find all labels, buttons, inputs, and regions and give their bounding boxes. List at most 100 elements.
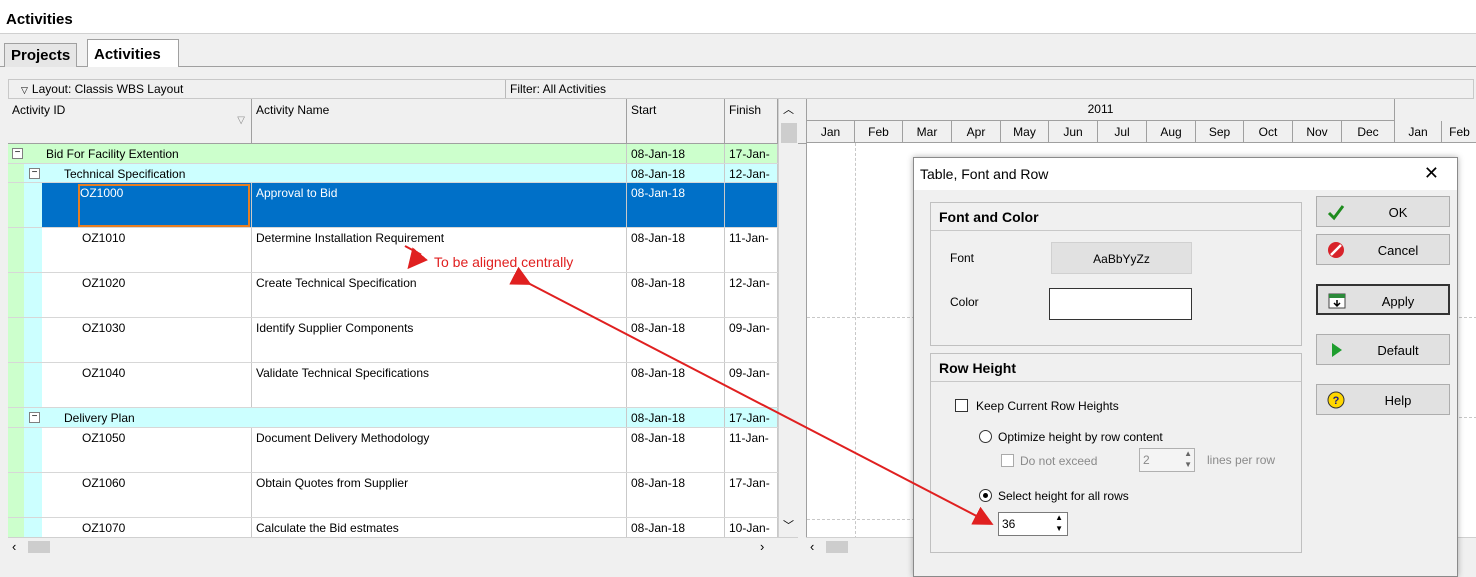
column-header-start[interactable]: Start — [627, 99, 725, 143]
tab-activities[interactable]: Activities — [87, 39, 179, 67]
month-label: Jan — [807, 121, 855, 143]
start-cell: 08-Jan-18 — [627, 144, 725, 163]
finish-cell[interactable]: 12-Jan- — [725, 273, 778, 317]
activity-id-cell[interactable]: OZ1060 — [42, 473, 252, 517]
activity-name-cell[interactable]: Calculate the Bid estmates — [252, 518, 627, 537]
cancel-label: Cancel — [1377, 243, 1419, 258]
activity-id-cell[interactable]: OZ1050 — [42, 428, 252, 472]
height-stepper[interactable]: 36 ▲ ▼ — [998, 512, 1068, 536]
font-sample-button[interactable]: AaBbYyZz — [1051, 242, 1192, 274]
tab-strip: Projects Activities — [0, 35, 1476, 67]
activity-name-cell[interactable]: Identify Supplier Components — [252, 318, 627, 362]
cancel-button[interactable]: Cancel — [1316, 234, 1450, 265]
start-cell[interactable]: 08-Jan-18 — [627, 428, 725, 472]
start-cell[interactable]: 08-Jan-18 — [627, 363, 725, 407]
stepper-up-icon[interactable]: ▲ — [1055, 513, 1063, 522]
filter-icon[interactable]: ▽ — [237, 115, 245, 126]
ok-button[interactable]: OK — [1316, 196, 1450, 227]
table-row[interactable]: OZ1050 Document Delivery Methodology 08-… — [8, 428, 778, 473]
wbs-indent — [8, 164, 24, 182]
month-label: Jan — [1395, 121, 1442, 143]
wbs-name: Delivery Plan — [24, 408, 627, 427]
start-cell[interactable]: 08-Jan-18 — [627, 473, 725, 517]
default-button[interactable]: Default — [1316, 334, 1450, 365]
color-label: Color — [950, 295, 979, 309]
month-label: Sep — [1196, 121, 1244, 143]
color-swatch[interactable] — [1049, 288, 1192, 320]
layout-label: Layout: Classis WBS Layout — [31, 82, 184, 96]
activity-id-cell[interactable]: OZ1040 — [42, 363, 252, 407]
finish-cell[interactable]: 10-Jan- — [725, 518, 778, 537]
table-row[interactable]: OZ1020 Create Technical Specification 08… — [8, 273, 778, 318]
table-row-selected[interactable]: OZ1000 Approval to Bid 08-Jan-18 — [8, 183, 778, 228]
do-not-exceed-checkbox[interactable] — [1001, 454, 1014, 467]
optimize-label: Optimize height by row content — [998, 430, 1163, 444]
stepper-down-icon[interactable]: ▼ — [1184, 460, 1192, 469]
wbs-row-bid[interactable]: − Bid For Facility Extention 08-Jan-18 1… — [8, 144, 778, 164]
wbs-indent — [8, 518, 24, 537]
start-cell[interactable]: 08-Jan-18 — [627, 273, 725, 317]
focus-outline — [78, 184, 250, 227]
optimize-radio[interactable] — [979, 430, 992, 443]
apply-button[interactable]: Apply — [1316, 284, 1450, 315]
activity-id-cell[interactable]: OZ1020 — [42, 273, 252, 317]
wbs-row-delivery-plan[interactable]: − Delivery Plan 08-Jan-18 17-Jan- — [8, 408, 778, 428]
table-row[interactable]: OZ1070 Calculate the Bid estmates 08-Jan… — [8, 518, 778, 537]
column-header-activity-id[interactable]: Activity ID ▽ — [8, 99, 252, 143]
scroll-left-icon[interactable]: ‹ — [12, 539, 16, 554]
stepper-down-icon[interactable]: ▼ — [1055, 524, 1063, 533]
scroll-up-icon[interactable]: ︿ — [783, 101, 794, 117]
wbs-indent — [24, 473, 42, 517]
wbs-row-technical-specification[interactable]: − Technical Specification 08-Jan-18 12-J… — [8, 164, 778, 183]
close-icon[interactable]: ✕ — [1424, 163, 1439, 184]
activity-name-cell[interactable]: Document Delivery Methodology — [252, 428, 627, 472]
scroll-thumb[interactable] — [781, 123, 797, 143]
column-header-activity-name[interactable]: Activity Name — [252, 99, 627, 143]
chevron-down-icon: ▽ — [21, 85, 28, 95]
tab-projects[interactable]: Projects — [4, 43, 78, 67]
scroll-right-icon[interactable]: › — [760, 539, 764, 554]
activity-name-cell[interactable]: Approval to Bid — [252, 183, 627, 227]
activity-table: − Bid For Facility Extention 08-Jan-18 1… — [8, 144, 778, 537]
activity-name-cell[interactable]: Create Technical Specification — [252, 273, 627, 317]
table-horizontal-scrollbar[interactable]: ‹ › — [8, 537, 798, 555]
table-row[interactable]: OZ1060 Obtain Quotes from Supplier 08-Ja… — [8, 473, 778, 518]
help-button[interactable]: ? Help — [1316, 384, 1450, 415]
table-row[interactable]: OZ1040 Validate Technical Specifications… — [8, 363, 778, 408]
finish-cell[interactable]: 11-Jan- — [725, 228, 778, 272]
gantt-gridline — [807, 317, 915, 318]
stepper-up-icon[interactable]: ▲ — [1184, 449, 1192, 458]
scroll-down-icon[interactable]: ﹀ — [783, 517, 794, 533]
keep-heights-checkbox[interactable] — [955, 399, 968, 412]
start-cell[interactable]: 08-Jan-18 — [627, 318, 725, 362]
table-row[interactable]: OZ1010 Determine Installation Requiremen… — [8, 228, 778, 273]
start-cell[interactable]: 08-Jan-18 — [627, 183, 725, 227]
finish-cell[interactable]: 09-Jan- — [725, 318, 778, 362]
finish-cell: 17-Jan- — [725, 144, 778, 163]
wbs-indent — [24, 518, 42, 537]
scroll-left-icon[interactable]: ‹ — [810, 539, 814, 554]
lines-stepper[interactable]: 2 ▲ ▼ — [1139, 448, 1195, 472]
filter-label[interactable]: Filter: All Activities — [506, 80, 806, 98]
start-cell[interactable]: 08-Jan-18 — [627, 228, 725, 272]
activity-id-cell[interactable]: OZ1010 — [42, 228, 252, 272]
finish-cell[interactable]: 17-Jan- — [725, 473, 778, 517]
column-header-finish[interactable]: Finish — [725, 99, 778, 143]
activity-id-cell[interactable]: OZ1030 — [42, 318, 252, 362]
finish-cell[interactable]: 11-Jan- — [725, 428, 778, 472]
scroll-thumb[interactable] — [826, 541, 848, 553]
finish-cell[interactable] — [725, 183, 778, 227]
select-height-radio[interactable] — [979, 489, 992, 502]
start-cell[interactable]: 08-Jan-18 — [627, 518, 725, 537]
finish-cell[interactable]: 09-Jan- — [725, 363, 778, 407]
layout-dropdown[interactable]: ▽ Layout: Classis WBS Layout — [9, 80, 506, 98]
table-vertical-scrollbar[interactable]: ︿ ﹀ — [778, 99, 798, 537]
scroll-thumb[interactable] — [28, 541, 50, 553]
activity-name-cell[interactable]: Validate Technical Specifications — [252, 363, 627, 407]
activity-name-cell[interactable]: Obtain Quotes from Supplier — [252, 473, 627, 517]
table-row[interactable]: OZ1030 Identify Supplier Components 08-J… — [8, 318, 778, 363]
activity-id-cell[interactable]: OZ1070 — [42, 518, 252, 537]
wbs-indent — [8, 428, 24, 472]
wbs-indent — [24, 428, 42, 472]
height-value: 36 — [1002, 517, 1016, 531]
